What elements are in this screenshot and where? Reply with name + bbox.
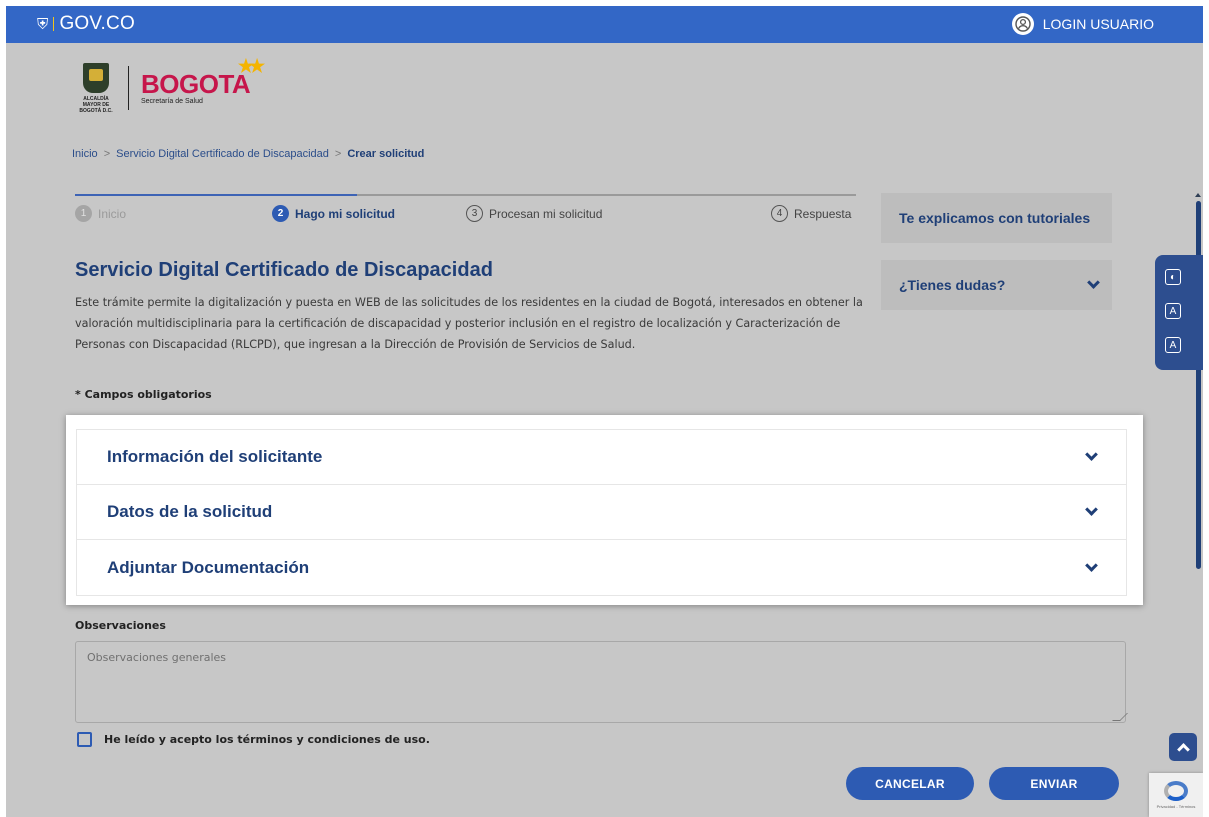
stepper-progress	[75, 194, 357, 196]
back-to-top-button[interactable]	[1169, 733, 1197, 761]
chevron-down-icon	[1085, 448, 1098, 461]
secretaria-salud-label: Secretaría de Salud	[141, 98, 203, 105]
step-number: 2	[272, 205, 289, 222]
stars-icon: ★★	[237, 56, 265, 76]
bogota-name: BOGOTA	[141, 69, 251, 99]
observations-label: Observaciones	[75, 619, 166, 632]
step-number: 4	[771, 205, 788, 222]
chevron-down-icon	[1087, 276, 1100, 289]
contrast-icon[interactable]: ◐	[1165, 269, 1181, 285]
terms-row: He leído y acepto los términos y condici…	[77, 732, 430, 747]
alcaldia-logo[interactable]: ALCALDÍA MAYOR DE BOGOTÁ D.C.	[74, 62, 118, 114]
cancel-button[interactable]: CANCELAR	[846, 767, 974, 800]
logo-divider	[128, 66, 129, 110]
chevron-up-icon	[1176, 742, 1190, 756]
gov-co-logo[interactable]: ⛨ GOV.CO	[37, 13, 135, 35]
step-respuesta: 4 Respuesta	[771, 205, 851, 222]
tutorials-label: Te explicamos con tutoriales	[899, 210, 1091, 226]
step-hago-solicitud: 2 Hago mi solicitud	[272, 205, 395, 222]
gov-co-text: GOV.CO	[59, 13, 135, 34]
chevron-down-icon	[1085, 503, 1098, 516]
observations-textarea[interactable]	[75, 641, 1126, 723]
breadcrumb-separator: >	[334, 148, 342, 160]
chevron-down-icon	[1085, 558, 1098, 572]
terms-checkbox[interactable]	[77, 732, 92, 747]
step-number: 3	[466, 205, 483, 222]
terms-label[interactable]: He leído y acepto los términos y condici…	[104, 733, 430, 746]
step-inicio: 1 Inicio	[75, 205, 126, 222]
breadcrumb: Inicio > Servicio Digital Certificado de…	[72, 148, 424, 160]
header-logos: ALCALDÍA MAYOR DE BOGOTÁ D.C. BOGOTA ★★ …	[74, 56, 265, 119]
step-label: Procesan mi solicitud	[489, 206, 603, 221]
questions-dropdown[interactable]: ¿Tienes dudas?	[881, 260, 1112, 310]
gov-topbar: ⛨ GOV.CO LOGIN USUARIO	[6, 6, 1203, 43]
breadcrumb-inicio[interactable]: Inicio	[72, 148, 98, 160]
logo-separator	[53, 17, 55, 31]
recaptcha-icon	[1164, 781, 1188, 801]
login-button[interactable]: LOGIN USUARIO	[1011, 13, 1154, 35]
recaptcha-text: Privacidad - Términos	[1156, 804, 1196, 809]
scroll-up-arrow-icon[interactable]	[1195, 193, 1201, 197]
accordion-informacion-solicitante[interactable]: Información del solicitante	[77, 430, 1126, 485]
step-label: Inicio	[98, 206, 127, 221]
page-content: ALCALDÍA MAYOR DE BOGOTÁ D.C. BOGOTA ★★ …	[6, 43, 1203, 817]
page-description: Este trámite permite la digitalización y…	[75, 296, 863, 351]
step-procesan-solicitud: 3 Procesan mi solicitud	[466, 205, 602, 222]
step-label: Hago mi solicitud	[295, 206, 396, 221]
alcaldia-text: ALCALDÍA MAYOR DE BOGOTÁ D.C.	[79, 95, 113, 114]
step-number: 1	[75, 205, 92, 222]
bogota-wordmark: BOGOTA ★★	[141, 56, 265, 99]
form-accordion: Información del solicitante Datos de la …	[66, 415, 1143, 605]
font-increase-icon[interactable]: A	[1165, 337, 1181, 353]
breadcrumb-separator: >	[103, 148, 111, 160]
login-label: LOGIN USUARIO	[1042, 16, 1154, 32]
accordion-list: Información del solicitante Datos de la …	[76, 429, 1127, 596]
required-fields-note: * Campos obligatorios	[75, 388, 212, 401]
accordion-adjuntar-documentacion[interactable]: Adjuntar Documentación	[77, 540, 1126, 595]
colombia-shield-icon: ⛨	[37, 15, 49, 33]
accordion-label: Datos de la solicitud	[107, 502, 273, 521]
questions-label: ¿Tienes dudas?	[899, 277, 1006, 293]
tutorials-link[interactable]: Te explicamos con tutoriales	[881, 193, 1112, 243]
page-title: Servicio Digital Certificado de Discapac…	[75, 259, 493, 281]
recaptcha-badge[interactable]: Privacidad - Términos	[1149, 773, 1203, 817]
breadcrumb-current: Crear solicitud	[347, 148, 425, 160]
progress-stepper: 1 Inicio 2 Hago mi solicitud 3 Procesan …	[75, 194, 856, 234]
submit-button[interactable]: ENVIAR	[989, 767, 1119, 800]
breadcrumb-servicio[interactable]: Servicio Digital Certificado de Discapac…	[116, 148, 329, 160]
bogota-crest-icon	[83, 62, 109, 93]
accessibility-panel: ◐ A A	[1155, 255, 1203, 370]
accordion-label: Adjuntar Documentación	[107, 557, 310, 577]
bogota-logo[interactable]: BOGOTA ★★ Secretaría de Salud	[141, 56, 265, 105]
accordion-datos-solicitud[interactable]: Datos de la solicitud	[77, 485, 1126, 540]
step-label: Respuesta	[794, 206, 852, 221]
font-decrease-icon[interactable]: A	[1165, 303, 1181, 319]
user-icon	[1011, 13, 1034, 35]
accordion-label: Información del solicitante	[107, 447, 323, 466]
